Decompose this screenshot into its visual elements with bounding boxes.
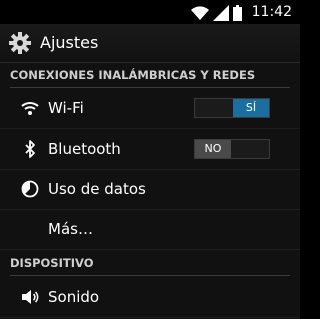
section-header-wireless: CONEXIONES INALÁMBRICAS Y REDES [10, 65, 290, 88]
status-icons [191, 3, 242, 21]
wifi-toggle[interactable]: SÍ [194, 98, 270, 118]
data-usage-icon [21, 180, 39, 198]
settings-gear-icon[interactable] [8, 31, 32, 55]
setting-label: Sonido [48, 288, 100, 306]
status-bar: 11:42 [0, 0, 300, 24]
wifi-icon [191, 6, 209, 20]
settings-list: CONEXIONES INALÁMBRICAS Y REDES Wi-Fi SÍ… [0, 63, 300, 319]
toggle-off-label: NO [195, 140, 231, 158]
wifi-icon [21, 102, 39, 115]
page-title: Ajustes [40, 33, 99, 52]
signal-icon [213, 5, 229, 21]
sound-icon [22, 290, 39, 304]
toggle-on-label: SÍ [233, 99, 269, 117]
setting-label: Más… [48, 220, 93, 238]
bluetooth-icon [25, 140, 35, 158]
setting-label: Wi-Fi [48, 99, 84, 117]
bluetooth-toggle[interactable]: NO [194, 139, 270, 159]
setting-sound[interactable]: Sonido [0, 277, 300, 318]
setting-label: Bluetooth [48, 140, 121, 158]
setting-label: Uso de datos [48, 180, 146, 198]
setting-data-usage[interactable]: Uso de datos [0, 169, 300, 210]
status-time: 11:42 [251, 4, 292, 20]
action-bar: Ajustes [0, 24, 300, 63]
battery-icon [233, 5, 242, 21]
setting-wifi[interactable]: Wi-Fi SÍ [0, 88, 300, 129]
setting-more[interactable]: Más… [0, 209, 300, 250]
section-header-device: DISPOSITIVO [10, 253, 290, 276]
setting-bluetooth[interactable]: Bluetooth NO [0, 129, 300, 170]
